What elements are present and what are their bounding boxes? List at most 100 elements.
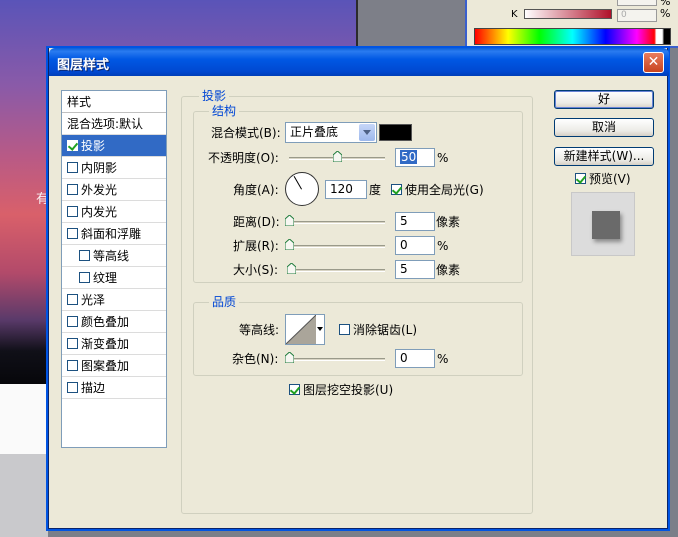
angle-dial[interactable] — [285, 172, 319, 206]
contour-label: 等高线: — [239, 323, 280, 337]
style-item[interactable]: 纹理 — [62, 267, 166, 289]
noise-slider-thumb[interactable] — [285, 352, 294, 363]
color-spectrum-bar[interactable] — [474, 28, 671, 45]
opacity-input[interactable]: 50 — [395, 148, 435, 167]
style-item-label: 描边 — [81, 381, 106, 395]
distance-input[interactable]: 5 — [395, 212, 435, 231]
blend-mode-select[interactable]: 正片叠底 — [285, 122, 377, 143]
workspace-lower-area — [0, 454, 48, 537]
style-item[interactable]: 光泽 — [62, 289, 166, 311]
layer-style-dialog: 图层样式 ✕ 样式 混合选项:默认 投影内阴影外发光内发光斜面和浮雕等高线纹理光… — [48, 48, 669, 529]
angle-input[interactable]: 120 — [325, 180, 367, 199]
checkbox-icon[interactable] — [67, 294, 78, 305]
preview-swatch — [592, 211, 620, 239]
style-list-header[interactable]: 样式 — [62, 91, 166, 113]
contour-preview-icon — [285, 314, 317, 345]
noise-label: 杂色(N): — [232, 352, 279, 366]
style-item[interactable]: 图案叠加 — [62, 355, 166, 377]
angle-unit: 度 — [369, 183, 382, 197]
checkbox-icon[interactable] — [67, 360, 78, 371]
style-item-label: 投影 — [81, 139, 106, 153]
dialog-titlebar[interactable]: 图层样式 ✕ — [49, 48, 669, 76]
spread-unit: % — [437, 239, 449, 253]
style-item[interactable]: 等高线 — [62, 245, 166, 267]
checkbox-icon[interactable] — [79, 250, 90, 261]
k-channel-field[interactable]: 0 — [617, 9, 657, 22]
checkbox-icon[interactable] — [79, 272, 90, 283]
color-field-top[interactable] — [617, 0, 657, 6]
contour-picker[interactable] — [285, 314, 325, 345]
style-item[interactable]: 内发光 — [62, 201, 166, 223]
size-slider-thumb[interactable] — [287, 263, 296, 274]
style-preview — [571, 192, 635, 256]
blend-options-item[interactable]: 混合选项:默认 — [62, 113, 166, 135]
knockout-check-icon[interactable] — [289, 384, 300, 395]
style-item[interactable]: 外发光 — [62, 179, 166, 201]
spread-slider-track[interactable] — [289, 245, 385, 248]
opacity-label: 不透明度(O): — [208, 151, 279, 165]
style-item[interactable]: 描边 — [62, 377, 166, 399]
close-button[interactable]: ✕ — [643, 52, 664, 73]
knockout-label: 图层挖空投影(U) — [303, 383, 394, 397]
distance-label: 距离(D): — [233, 215, 280, 229]
chevron-down-icon[interactable] — [359, 124, 375, 141]
noise-input[interactable]: 0 — [395, 349, 435, 368]
size-input[interactable]: 5 — [395, 260, 435, 279]
style-item-label: 斜面和浮雕 — [81, 227, 142, 241]
dialog-title: 图层样式 — [57, 58, 110, 73]
style-item-label: 内阴影 — [81, 161, 118, 175]
style-item-label: 光泽 — [81, 293, 106, 307]
size-unit: 像素 — [436, 263, 461, 277]
style-item-label: 颜色叠加 — [81, 315, 130, 329]
style-item[interactable]: 渐变叠加 — [62, 333, 166, 355]
distance-slider-thumb[interactable] — [285, 215, 294, 226]
style-item[interactable]: 斜面和浮雕 — [62, 223, 166, 245]
preview-check-icon[interactable] — [575, 173, 586, 184]
k-channel-label: K — [511, 9, 518, 20]
spread-input[interactable]: 0 — [395, 236, 435, 255]
preview-checkbox[interactable]: 预览(V) — [575, 170, 631, 188]
global-light-checkbox[interactable]: 使用全局光(G) — [391, 181, 484, 199]
ok-button[interactable]: 好 — [554, 90, 654, 109]
checkbox-icon[interactable] — [67, 382, 78, 393]
checkbox-icon[interactable] — [67, 338, 78, 349]
color-panel: % K 0 % — [465, 0, 678, 48]
new-style-button[interactable]: 新建样式(W)... — [554, 147, 654, 166]
blend-mode-value: 正片叠底 — [290, 125, 339, 139]
global-light-check-icon[interactable] — [391, 184, 402, 195]
close-icon: ✕ — [647, 54, 660, 70]
structure-group-title: 结构 — [209, 104, 240, 118]
angle-label: 角度(A): — [233, 183, 279, 197]
spread-label: 扩展(R): — [233, 239, 279, 253]
size-slider-track[interactable] — [289, 269, 385, 272]
blend-mode-label: 混合模式(B): — [211, 126, 281, 140]
style-item[interactable]: 颜色叠加 — [62, 311, 166, 333]
contour-dropdown-icon[interactable] — [317, 327, 323, 331]
checkbox-icon[interactable] — [67, 206, 78, 217]
anti-alias-checkbox[interactable]: 消除锯齿(L) — [339, 321, 417, 339]
style-item-label: 内发光 — [81, 205, 118, 219]
noise-slider-track[interactable] — [289, 358, 385, 361]
shadow-color-swatch[interactable] — [379, 124, 412, 141]
workspace-background — [358, 0, 468, 46]
distance-unit: 像素 — [436, 215, 461, 229]
style-item-label: 等高线 — [93, 249, 130, 263]
checkbox-icon[interactable] — [67, 316, 78, 327]
checkbox-icon[interactable] — [67, 140, 78, 151]
opacity-slider-thumb[interactable] — [333, 151, 342, 162]
spread-slider-thumb[interactable] — [285, 239, 294, 250]
style-item-label: 外发光 — [81, 183, 118, 197]
style-item[interactable]: 内阴影 — [62, 157, 166, 179]
global-light-label: 使用全局光(G) — [405, 183, 484, 197]
checkbox-icon[interactable] — [67, 184, 78, 195]
checkbox-icon[interactable] — [67, 162, 78, 173]
knockout-checkbox[interactable]: 图层挖空投影(U) — [289, 381, 393, 399]
opacity-unit: % — [437, 151, 449, 165]
k-channel-slider[interactable] — [524, 9, 612, 19]
anti-alias-check-icon[interactable] — [339, 324, 350, 335]
style-item-label: 图案叠加 — [81, 359, 130, 373]
style-item[interactable]: 投影 — [62, 135, 166, 157]
cancel-button[interactable]: 取消 — [554, 118, 654, 137]
distance-slider-track[interactable] — [289, 221, 385, 224]
checkbox-icon[interactable] — [67, 228, 78, 239]
